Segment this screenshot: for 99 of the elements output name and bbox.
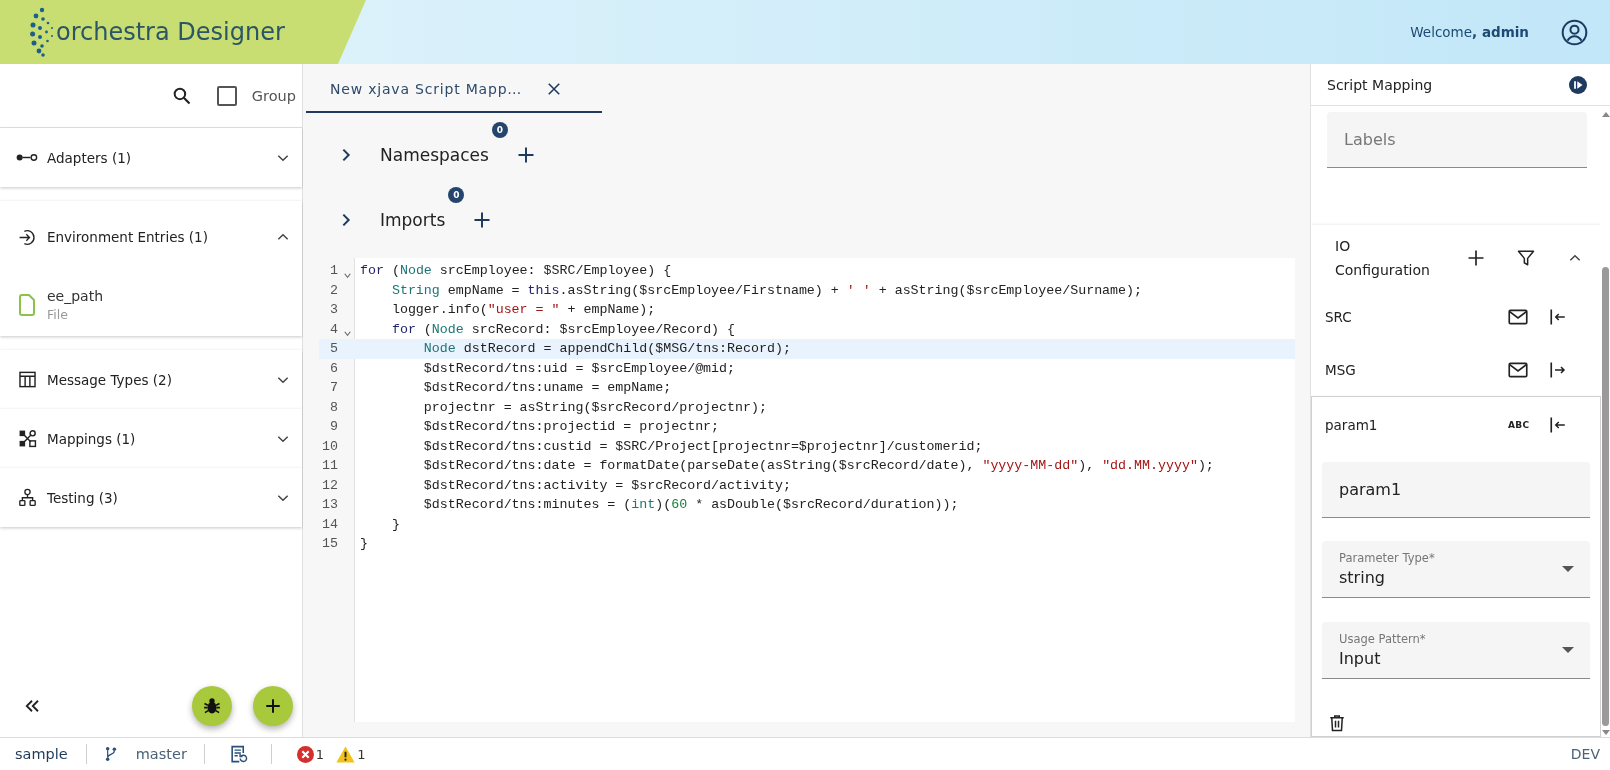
line-number: 3 (329, 301, 339, 319)
code-line: $dstRecord/tns:projectid = projectnr; (422, 418, 721, 436)
line-number: 9 (329, 418, 339, 436)
name-field[interactable]: param1 (1322, 462, 1590, 518)
line-number: 11 (321, 457, 339, 475)
io-item[interactable]: param1 ABC param1 Parameter Type* string Usage Pattern* Input (1311, 396, 1601, 737)
code-line: $dstRecord/tns:uname = empName; (422, 379, 673, 397)
connector-icon (16, 152, 38, 163)
section-header[interactable]: Mappings (1) (0, 409, 302, 468)
code-line: } (390, 515, 401, 534)
error-icon[interactable] (296, 745, 314, 763)
entry-name[interactable]: ee_path (47, 287, 104, 304)
dropdown-arrow-icon (1562, 566, 1574, 572)
code-line: String empName = this.asString($srcEmployee/Firstname) + ' ' + asString($srcEmployee/Surname); (390, 281, 1144, 300)
code-line: Node dstRecord = appendChild($MSG/tns:Record); (422, 340, 792, 358)
io-name: SRC (1325, 308, 1352, 325)
parameter-type-select[interactable]: Parameter Type* string (1322, 541, 1590, 598)
section-header[interactable]: Adapters (1) (0, 128, 302, 187)
search-icon[interactable] (171, 85, 192, 106)
line-number: 5 (329, 340, 339, 358)
count-badge: 0 (448, 186, 465, 203)
double-chevron-left-icon[interactable] (23, 697, 41, 715)
welcome-text: Welcome, admin (1410, 24, 1529, 40)
code-line: logger.info("user = " + empName); (390, 301, 657, 319)
line-number: 13 (321, 496, 339, 514)
line-number: 2 (329, 281, 339, 300)
io-title: IO Configuration (1335, 236, 1431, 280)
entry-type: File (47, 306, 69, 322)
code-line: $dstRecord/tns:activity = $srcRecord/activity; (422, 476, 792, 495)
fold-icon[interactable] (344, 331, 351, 336)
io-item[interactable]: MSG (1311, 343, 1601, 396)
mail-icon (1508, 361, 1528, 378)
line-number: 6 (329, 359, 339, 378)
scroll-up-icon[interactable] (1601, 112, 1610, 117)
io-name: MSG (1325, 361, 1356, 378)
app-name: orchestra Designer (56, 18, 285, 46)
labels-field[interactable]: Labels (1327, 112, 1587, 168)
line-number: 14 (321, 515, 339, 534)
play-circle-icon[interactable] (1569, 75, 1587, 94)
section-header[interactable]: Testing (3) (0, 468, 302, 527)
warning-icon[interactable] (336, 745, 356, 763)
table-icon (17, 370, 37, 389)
error-count[interactable]: 1 (315, 746, 325, 762)
panel-title: Script Mapping (1327, 76, 1433, 93)
group-checkbox[interactable] (216, 85, 237, 106)
usage-pattern-select[interactable]: Usage Pattern* Input (1322, 622, 1590, 679)
line-number: 8 (329, 398, 339, 417)
code-line: $dstRecord/tns:custid = $SRC/Project[projectnr=$projectnr]/customerid; (422, 437, 984, 456)
bug-icon (202, 696, 222, 716)
code-line: projectnr = asString($srcRecord/projectnr); (422, 398, 768, 417)
section-title: Imports (380, 209, 446, 230)
group-label: Group (251, 87, 296, 104)
code-line: } (359, 535, 369, 553)
code-line: $dstRecord/tns:uid = $srcEmployee/@mid; (422, 359, 737, 378)
line-number: 15 (321, 535, 339, 553)
line-number: 7 (329, 379, 339, 397)
close-icon[interactable] (547, 81, 562, 96)
project-name[interactable]: sample (15, 746, 68, 762)
line-number: 1 (329, 262, 339, 280)
dropdown-arrow-icon (1562, 647, 1574, 653)
debug-button[interactable] (192, 686, 232, 726)
document-history-icon[interactable] (228, 744, 248, 764)
trash-icon[interactable] (1328, 714, 1346, 732)
warning-count[interactable]: 1 (357, 746, 366, 762)
io-item[interactable]: SRC (1311, 290, 1601, 343)
add-button[interactable] (253, 686, 293, 726)
code-line: $dstRecord/tns:minutes = (int)(60 * asDouble($srcRecord/duration)); (422, 496, 960, 514)
io-name: param1 (1325, 417, 1378, 433)
fold-icon[interactable] (344, 272, 351, 278)
editor-tab[interactable]: New xjava Script Mapp… (306, 64, 603, 113)
scrollbar-thumb[interactable] (1602, 267, 1609, 726)
code-line: for (Node srcEmployee: $SRC/Employee) { (359, 262, 673, 280)
plus-icon[interactable] (473, 210, 492, 229)
type-label: ABC (1508, 420, 1528, 430)
section-title: Namespaces (380, 144, 489, 165)
code-line: $dstRecord/tns:date = formatDate(parseDate(asString($srcRecord/date), "yyyy-MM-dd"), "dd.MM.yyyy"); (422, 457, 1215, 475)
branch-icon[interactable] (103, 746, 118, 762)
scroll-down-icon[interactable] (1601, 730, 1610, 735)
plus-icon (264, 697, 282, 715)
nodes-icon (17, 429, 37, 448)
line-number: 10 (321, 437, 339, 456)
file-icon (18, 293, 36, 316)
filter-icon[interactable] (1517, 248, 1535, 267)
branch-name[interactable]: master (135, 746, 187, 762)
plus-icon[interactable] (516, 145, 535, 164)
section-header[interactable]: Message Types (2) (0, 350, 302, 409)
user-avatar-icon[interactable] (1561, 18, 1588, 46)
mail-icon (1508, 308, 1528, 325)
logo-icon (30, 7, 56, 57)
hierarchy-icon (17, 488, 37, 507)
count-badge: 0 (491, 121, 508, 138)
code-line: for (Node srcRecord: $srcEmployee/Record) { (390, 320, 737, 339)
plus-icon[interactable] (1467, 248, 1485, 267)
arrow-enter-icon (17, 227, 37, 247)
line-number: 12 (321, 476, 339, 495)
section-header[interactable]: Environment Entries (1) (0, 201, 302, 273)
code-editor[interactable] (319, 258, 1295, 722)
line-number: 4 (329, 320, 339, 339)
environment-label: DEV (1570, 746, 1600, 762)
